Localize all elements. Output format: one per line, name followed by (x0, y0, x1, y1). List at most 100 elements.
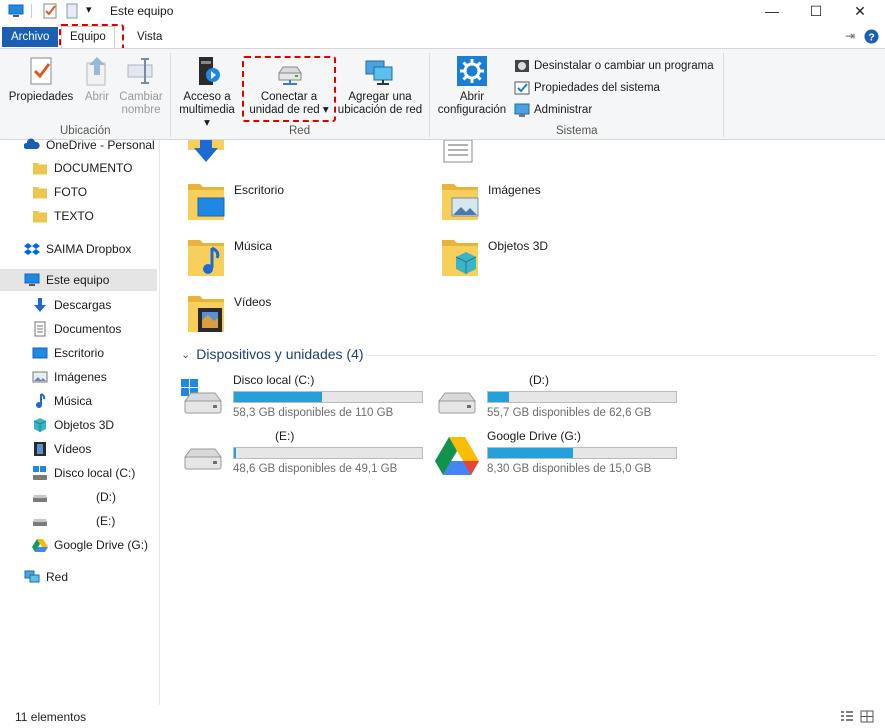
computer-icon[interactable] (8, 3, 24, 19)
drive-usage-fill (234, 448, 236, 458)
nav-label: Google Drive (G:) (54, 538, 149, 552)
maximize-button[interactable]: ☐ (794, 0, 838, 22)
videos-folder-icon (186, 290, 226, 332)
drive-free-space: 55,7 GB disponibles de 62,6 GB (487, 407, 652, 419)
rename-button[interactable]: Cambiar nombre (118, 55, 164, 117)
properties-button[interactable]: Propiedades (8, 55, 74, 104)
google-drive-icon (32, 539, 48, 552)
nav-label: DOCUMENTO (54, 161, 133, 175)
film-icon (34, 442, 46, 456)
nav-item-pictures[interactable]: Imágenes (32, 366, 107, 388)
map-drive-label-line1: Conectar a (260, 91, 318, 103)
uninstall-program-button[interactable]: Desinstalar o cambiar un programa (514, 58, 714, 74)
drive-icon (32, 513, 48, 529)
folder-music[interactable]: Música (186, 234, 272, 278)
drive-icon (433, 377, 481, 421)
devices-section-header[interactable]: ⌄ Dispositivos y unidades (4) (181, 346, 364, 362)
nav-label: Música (54, 394, 93, 408)
blank-page-icon[interactable] (64, 3, 80, 19)
folder-pictures[interactable]: Imágenes (440, 178, 541, 222)
windows-drive-icon (181, 379, 227, 421)
properties-check-icon[interactable] (42, 3, 58, 19)
qa-separator (31, 4, 32, 18)
details-view-icon[interactable] (840, 710, 854, 723)
add-network-location-button[interactable]: Agregar una ubicación de red (337, 55, 423, 117)
nav-item-videos[interactable]: Vídeos (32, 438, 91, 460)
section-divider (366, 355, 876, 356)
content-area: Escritorio Imágenes Música Objetos 3D Ví… (161, 140, 885, 705)
add-location-label-line1: Agregar una (348, 91, 412, 103)
documents-folder-icon[interactable] (440, 140, 476, 164)
nav-item-onedrive[interactable]: OneDrive - Personal (24, 134, 155, 156)
drive-c[interactable]: Disco local (C:) 58,3 GB disponibles de … (179, 373, 423, 421)
folder-label: Escritorio (234, 183, 285, 197)
tab-view[interactable]: Vista (129, 27, 170, 47)
drive-usage-bar (487, 447, 677, 459)
open-button[interactable]: Abrir (80, 55, 114, 104)
close-button[interactable]: ✕ (838, 0, 882, 22)
folder-label: Vídeos (234, 295, 272, 309)
nav-item-foto[interactable]: FOTO (32, 181, 87, 203)
drive-g[interactable]: Google Drive (G:) 8,30 GB disponibles de… (433, 429, 677, 477)
nav-item-texto[interactable]: TEXTO (32, 205, 94, 227)
nav-item-downloads[interactable]: Descargas (32, 294, 111, 316)
drive-name: (E:) (275, 429, 295, 443)
tab-computer[interactable]: Equipo (61, 26, 115, 48)
nav-label: Disco local (C:) (54, 466, 136, 480)
drive-free-space: 48,6 GB disponibles de 49,1 GB (233, 463, 398, 475)
nav-item-network[interactable]: Red (24, 566, 68, 588)
open-settings-button[interactable]: Abrir configuración (434, 55, 510, 117)
nav-item-disk-e[interactable]: (E:) (32, 510, 115, 532)
qa-dropdown-icon[interactable]: ▾ (86, 3, 92, 16)
nav-label: OneDrive - Personal (46, 138, 155, 152)
window-title: Este equipo (110, 4, 174, 18)
nav-label: Este equipo (46, 273, 110, 287)
large-icons-view-icon[interactable] (860, 710, 874, 723)
nav-item-3d-objects[interactable]: Objetos 3D (32, 414, 114, 436)
nav-item-google-drive[interactable]: Google Drive (G:) (32, 534, 148, 556)
drive-name: Google Drive (G:) (487, 429, 582, 443)
drive-usage-fill (234, 392, 323, 402)
help-icon[interactable]: ? (864, 29, 879, 44)
nav-item-desktop[interactable]: Escritorio (32, 342, 104, 364)
folder-desktop[interactable]: Escritorio (186, 178, 284, 222)
chevron-down-icon: ⌄ (181, 348, 191, 361)
svg-text:?: ? (868, 32, 874, 43)
media-label-line1: Acceso a (183, 91, 231, 103)
pin-ribbon-icon[interactable]: ⇥ (845, 29, 855, 43)
rename-label-line1: Cambiar (119, 91, 163, 103)
nav-item-documento[interactable]: DOCUMENTO (32, 157, 132, 179)
nav-label: FOTO (54, 185, 88, 199)
folder-videos[interactable]: Vídeos (186, 290, 271, 334)
media-access-button[interactable]: Acceso a multimedia ▾ (175, 55, 239, 130)
download-arrow-icon (34, 298, 46, 312)
map-network-drive-button[interactable]: Conectar a unidad de red ▾ (245, 55, 333, 117)
network-location-icon (365, 60, 393, 85)
nav-item-dropbox[interactable]: SAIMA Dropbox (24, 238, 131, 260)
drive-usage-bar (487, 391, 677, 403)
nav-item-music[interactable]: Música (32, 390, 92, 412)
minimize-button[interactable]: — (750, 0, 794, 22)
drive-d[interactable]: (D:) 55,7 GB disponibles de 62,6 GB (433, 373, 677, 421)
drive-usage-fill (488, 392, 509, 402)
settings-label-line2: configuración (437, 104, 507, 116)
manage-label: Administrar (534, 104, 593, 116)
drive-free-space: 8,30 GB disponibles de 15,0 GB (487, 463, 652, 475)
nav-item-this-pc[interactable]: Este equipo (0, 269, 157, 291)
properties-icon (30, 57, 52, 85)
downloads-folder-icon[interactable] (186, 140, 226, 164)
tab-file[interactable]: Archivo (2, 27, 59, 47)
folder-icon (32, 184, 48, 200)
onedrive-icon (24, 138, 40, 149)
nav-label: Documentos (54, 322, 122, 336)
manage-button[interactable]: Administrar (514, 102, 592, 118)
uninstall-icon (515, 60, 529, 72)
media-server-icon (199, 57, 220, 85)
system-properties-button[interactable]: Propiedades del sistema (514, 80, 660, 96)
status-bar: 11 elementos (0, 705, 885, 728)
nav-item-disk-c[interactable]: Disco local (C:) (32, 462, 135, 484)
nav-item-documents[interactable]: Documentos (32, 318, 121, 340)
drive-e[interactable]: (E:) 48,6 GB disponibles de 49,1 GB (179, 429, 423, 477)
nav-item-disk-d[interactable]: (D:) (32, 486, 116, 508)
folder-3d-objects[interactable]: Objetos 3D (440, 234, 548, 278)
